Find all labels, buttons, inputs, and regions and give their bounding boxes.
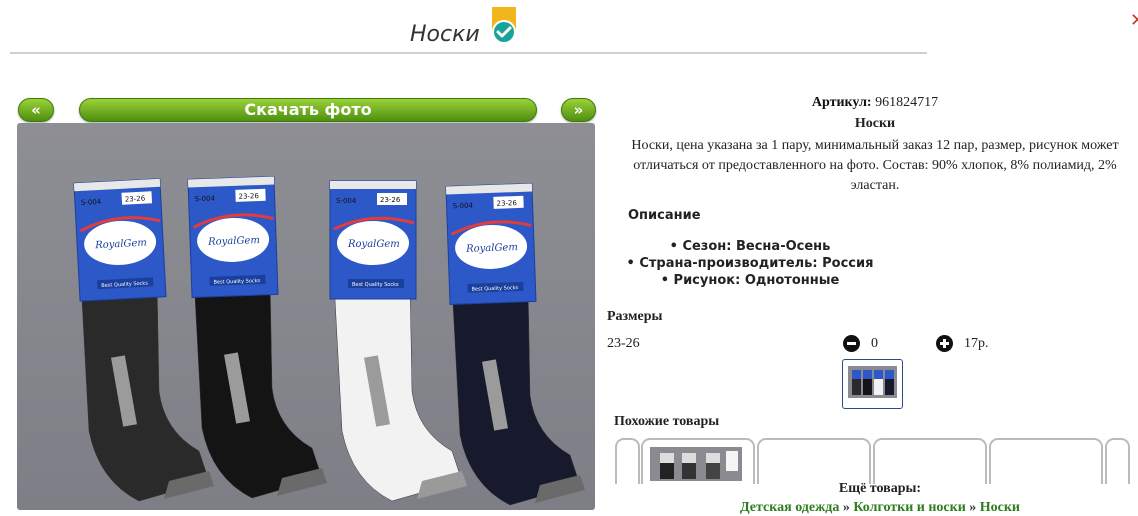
- check-badge-icon: [492, 7, 516, 44]
- detail-item-text: Рисунок: Однотонные: [673, 273, 840, 288]
- detail-item: • Сезон: Весна-Осень: [669, 239, 831, 254]
- similar-product-card[interactable]: [873, 438, 987, 484]
- details-title: Описание: [628, 208, 701, 223]
- sock-product: S-004 23-26RoyalGemBest Quality Socks: [445, 182, 585, 506]
- svg-text:S-004: S-004: [194, 195, 215, 204]
- title-divider: [10, 52, 927, 54]
- product-name: Носки: [854, 116, 896, 131]
- article-label: Артикул:: [811, 95, 872, 110]
- svg-text:S-004: S-004: [452, 202, 473, 211]
- svg-text:S-004: S-004: [81, 198, 102, 207]
- thumbnail-image: [848, 366, 897, 398]
- product-photo[interactable]: S-004 23-26 RoyalGem Best Quality Socks S-00…: [17, 123, 595, 510]
- detail-item: • Рисунок: Однотонные: [660, 273, 840, 288]
- article-line: Артикул: 961824717: [610, 95, 1138, 111]
- svg-text:23-26: 23-26: [380, 196, 401, 204]
- more-products-title: Ещё товары:: [838, 481, 922, 496]
- sizes-title: Размеры: [607, 309, 663, 324]
- similar-products-title: Похожие товары: [614, 414, 720, 429]
- detail-item-text: Сезон: Весна-Осень: [682, 239, 831, 254]
- svg-text:RoyalGem: RoyalGem: [347, 239, 400, 250]
- breadcrumb-separator: »: [842, 500, 850, 515]
- similar-scroll-left[interactable]: [615, 438, 640, 484]
- similar-scroll-right[interactable]: [1105, 438, 1130, 484]
- similar-product-card[interactable]: [641, 438, 755, 484]
- svg-text:RoyalGem: RoyalGem: [207, 235, 260, 248]
- similar-product-image: [650, 447, 742, 481]
- similar-product-card[interactable]: [989, 438, 1103, 484]
- breadcrumb-separator: »: [969, 500, 977, 515]
- svg-text:23-26: 23-26: [125, 195, 146, 204]
- breadcrumb-link[interactable]: Колготки и носки: [853, 500, 965, 515]
- photo-thumbnail[interactable]: [842, 359, 903, 409]
- sock-product: S-004 23-26 RoyalGem Best Quality Socks: [329, 180, 467, 502]
- similar-product-card[interactable]: [757, 438, 871, 484]
- socks-illustration: S-004 23-26RoyalGemBest Quality SocksS-00…: [73, 175, 585, 506]
- breadcrumb: Детская одежда » Колготки и носки » Носк…: [610, 500, 1138, 516]
- svg-text:Best Quality Socks: Best Quality Socks: [352, 282, 399, 288]
- prev-photo-button[interactable]: «: [18, 98, 54, 122]
- article-value: 961824717: [875, 95, 939, 110]
- detail-item-text: Страна-производитель: Россия: [639, 256, 874, 271]
- download-photo-button[interactable]: Скачать фото: [79, 98, 537, 122]
- detail-item: • Страна-производитель: Россия: [626, 256, 874, 271]
- svg-text:23-26: 23-26: [238, 192, 259, 201]
- next-photo-button[interactable]: »: [561, 98, 596, 122]
- page-title: Носки: [410, 22, 480, 47]
- svg-text:S-004: S-004: [336, 197, 357, 205]
- breadcrumb-link[interactable]: Детская одежда: [740, 500, 839, 515]
- breadcrumb-link[interactable]: Носки: [980, 500, 1020, 515]
- product-description: Носки, цена указана за 1 пару, минимальн…: [631, 138, 1119, 193]
- sock-product: S-004 23-26RoyalGemBest Quality Socks: [187, 175, 327, 499]
- price-value: 17р.: [964, 336, 989, 351]
- svg-text:23-26: 23-26: [496, 199, 517, 208]
- quantity-value: 0: [871, 336, 878, 351]
- size-value: 23-26: [607, 336, 640, 351]
- close-icon[interactable]: ✕: [1130, 10, 1138, 31]
- minus-circle-icon[interactable]: [843, 335, 860, 352]
- plus-circle-icon[interactable]: [936, 335, 953, 352]
